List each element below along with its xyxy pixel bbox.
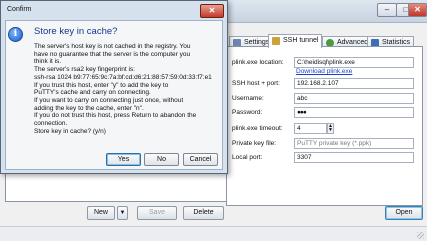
download-plink-link[interactable]: Download plink.exe	[296, 68, 352, 75]
open-button-label: Open	[395, 209, 413, 216]
message-line: think it is.	[34, 58, 62, 66]
plink-location-input[interactable]: C:\heidisql\plink.exe	[294, 57, 414, 68]
plink-location-label: plink.exe location:	[232, 59, 284, 66]
username-input[interactable]: abc	[294, 93, 414, 104]
dialog-heading: Store key in cache?	[34, 26, 118, 37]
new-button-label: New	[93, 209, 108, 216]
message-line: If you do not trust this host, press Ret…	[34, 112, 197, 120]
dialog-close-button[interactable]: ✕	[200, 4, 224, 18]
minimize-button[interactable]: –	[377, 3, 397, 17]
cancel-button[interactable]: Cancel	[183, 153, 218, 166]
confirm-dialog: Confirm ✕ i Store key in cache? The serv…	[0, 0, 228, 174]
new-dropdown-button[interactable]: ▼	[117, 206, 128, 220]
save-button-label: Save	[149, 209, 165, 216]
message-line: adding the key to the cache, enter "n".	[34, 104, 144, 112]
dialog-title: Confirm	[7, 6, 32, 13]
plink-timeout-label: plink.exe timeout:	[232, 125, 283, 132]
local-port-input[interactable]: 3307	[294, 152, 414, 163]
tab-label: Statistics	[382, 39, 411, 46]
private-key-label: Private key file:	[232, 140, 277, 147]
no-button[interactable]: No	[144, 153, 179, 166]
plink-timeout-input[interactable]: 4	[294, 123, 327, 134]
message-line: PuTTY's cache and carry on connecting.	[34, 89, 151, 97]
resize-grip-icon[interactable]	[417, 232, 424, 239]
yes-button[interactable]: Yes	[106, 153, 141, 166]
delete-button[interactable]: Delete	[183, 206, 224, 220]
private-key-input[interactable]: PuTTY private key (*.ppk)	[294, 138, 414, 149]
ssh-host-port-label: SSH host + port:	[232, 80, 280, 87]
tab-label: SSH tunnel	[283, 37, 319, 44]
message-line: Store key in cache? (y/n)	[34, 127, 106, 135]
message-line: The server's host key is not cached in t…	[34, 43, 191, 50]
cancel-button-label: Cancel	[189, 156, 212, 163]
status-bar	[0, 226, 427, 241]
delete-button-label: Delete	[193, 209, 214, 216]
save-button[interactable]: Save	[137, 206, 177, 220]
message-line: If you want to carry on connecting just …	[34, 96, 184, 104]
open-button[interactable]: Open	[385, 206, 423, 220]
tab-ssh-tunnel[interactable]: SSH tunnel	[268, 34, 323, 48]
timeout-spinner[interactable]: ▲ ▼	[327, 123, 334, 134]
dialog-message: The server's host key is not cached in t…	[34, 43, 220, 135]
chevron-down-icon: ▼	[119, 210, 126, 216]
message-line: have no guarantee that the server is the…	[34, 50, 191, 58]
tab-label: Settings	[244, 39, 270, 46]
password-input[interactable]: ●●●	[294, 107, 414, 118]
message-line: If you trust this host, enter "y" to add…	[34, 81, 169, 89]
local-port-label: Local port:	[232, 154, 263, 161]
tab-label: Advanced	[337, 39, 369, 46]
yes-button-label: Yes	[117, 156, 130, 163]
lock-icon	[272, 37, 280, 45]
username-label: Username:	[232, 95, 264, 102]
message-line: The server's rsa2 key fingerprint is:	[34, 66, 135, 74]
new-button[interactable]: New	[87, 206, 115, 220]
ssh-host-input[interactable]: 192.168.2.107	[294, 78, 414, 89]
message-line: connection.	[34, 120, 68, 128]
password-label: Password:	[232, 109, 263, 116]
no-button-label: No	[157, 156, 166, 163]
window-close-button[interactable]: ✕	[408, 3, 427, 17]
message-line: ssh-rsa 1024 b9:77:65:9c:7a:bf:cd:d6:21:…	[34, 73, 212, 81]
info-icon: i	[8, 27, 23, 42]
